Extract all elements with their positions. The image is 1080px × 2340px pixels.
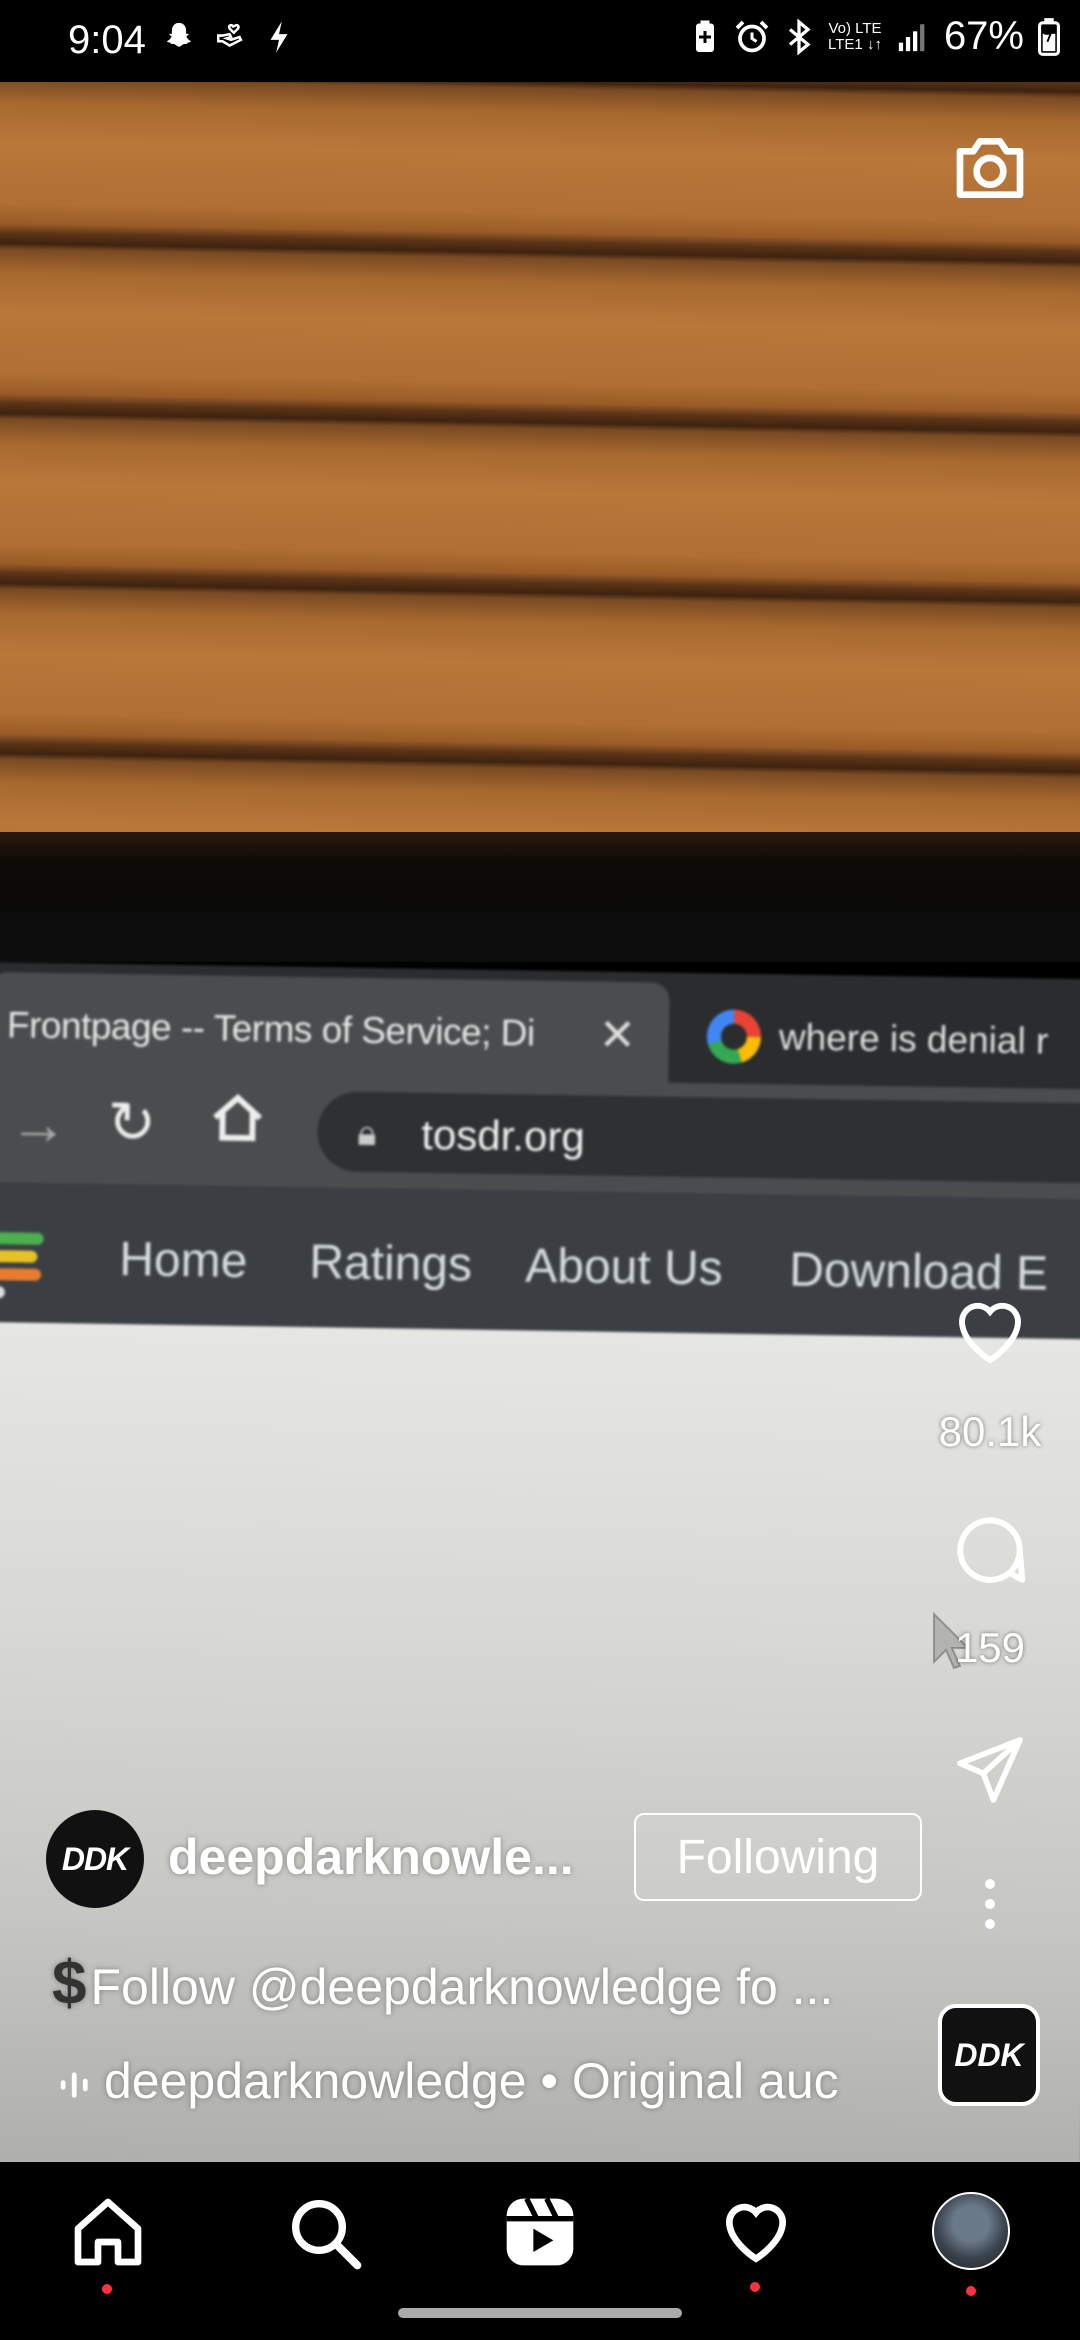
activity-notification-dot [750, 2282, 760, 2292]
activity-heart-icon[interactable] [716, 2192, 796, 2272]
profile-avatar[interactable] [932, 2192, 1010, 2270]
send-icon[interactable] [950, 1730, 1030, 1810]
network-indicator: Vo) LTE LTE1 ↓↑ [828, 19, 882, 53]
comment-icon[interactable] [948, 1508, 1032, 1592]
site-page-body [0, 1321, 1080, 2162]
network-top-label: Vo) LTE [828, 19, 882, 37]
battery-icon [1038, 17, 1060, 56]
second-tab-title: where is denial r [778, 1016, 1049, 1062]
lock-icon: 🔒︎ [357, 1111, 377, 1154]
forward-arrow-icon: → [8, 1091, 68, 1158]
active-tab-title: Frontpage -- Terms of Service; Di [6, 1004, 535, 1054]
tab-close-icon: ✕ [598, 1010, 637, 1061]
browser-active-tab: Frontpage -- Terms of Service; Di ✕ [0, 971, 670, 1083]
audio-info[interactable]: deepdarknowledge • Original auc [56, 2052, 839, 2110]
reels-icon[interactable] [500, 2192, 580, 2272]
browser-address-bar: → ↻ 🔒︎ tosdr.org [0, 1071, 1080, 1200]
reload-icon: ↻ [106, 1089, 157, 1156]
flash-icon [270, 21, 288, 53]
comment-count: 159 [954, 1624, 1026, 1671]
battery-percentage: 67% [943, 14, 1024, 58]
like-action[interactable] [920, 1290, 1060, 1379]
search-icon[interactable] [284, 2192, 364, 2272]
status-notification-icons [162, 20, 292, 54]
heart-icon[interactable] [948, 1290, 1032, 1374]
video-shadow [0, 832, 1080, 922]
home-notification-dot [102, 2284, 112, 2294]
camera-icon[interactable] [950, 128, 1030, 208]
browser-tab-bar: Frontpage -- Terms of Service; Di ✕ wher… [0, 962, 1080, 1090]
bluetooth-icon [788, 18, 811, 55]
signal-icon [898, 23, 925, 51]
status-time: 9:04 [68, 18, 146, 62]
site-nav-home: Home [118, 1233, 248, 1289]
network-bottom-label: LTE1 ↓↑ [828, 35, 882, 53]
comment-action[interactable] [920, 1508, 1060, 1597]
google-icon [706, 1009, 762, 1065]
creator-username[interactable]: deepdarknowle... [168, 1828, 574, 1886]
snapchat-icon [166, 22, 192, 47]
monitor-bezel [0, 912, 1080, 962]
audio-waveform-icon [60, 2072, 88, 2098]
like-count: 80.1k [938, 1408, 1042, 1455]
url-text: tosdr.org [420, 1110, 586, 1161]
share-action[interactable] [920, 1730, 1060, 1815]
url-box: 🔒︎ tosdr.org [316, 1091, 1080, 1184]
site-nav-ratings: Ratings [308, 1236, 473, 1292]
reel-caption[interactable]: $Follow @deepdarknowledge fo ... [52, 1948, 833, 2019]
home-icon[interactable] [68, 2192, 148, 2272]
more-options-icon[interactable] [960, 1874, 1020, 1934]
tosdr-logo-icon [0, 1231, 44, 1305]
site-navigation: Home Ratings About Us Download E [0, 1181, 1080, 1340]
audio-text: deepdarknowledge • Original auc [104, 2053, 839, 2109]
following-button[interactable]: Following [634, 1813, 922, 1901]
site-nav-about: About Us [524, 1239, 724, 1296]
video-window-blinds [0, 82, 1080, 854]
profile-notification-dot [966, 2286, 976, 2296]
status-bar: 9:04 Vo) LTE LTE1 ↓↑ 67% [0, 0, 1080, 82]
battery-saver-icon [696, 20, 715, 52]
creator-avatar[interactable]: DDK [46, 1810, 144, 1908]
home-indicator[interactable] [398, 2308, 682, 2318]
status-system-icons: Vo) LTE LTE1 ↓↑ 67% [690, 14, 1060, 59]
caption-text: Follow @deepdarknowledge fo ... [90, 1959, 834, 2015]
home-page-icon [213, 1093, 263, 1142]
alarm-icon [735, 20, 769, 52]
caption-dollar-sign: $ [52, 1949, 87, 2018]
audio-thumbnail[interactable]: DDK [938, 2004, 1040, 2106]
hand-heart-icon [216, 23, 243, 47]
